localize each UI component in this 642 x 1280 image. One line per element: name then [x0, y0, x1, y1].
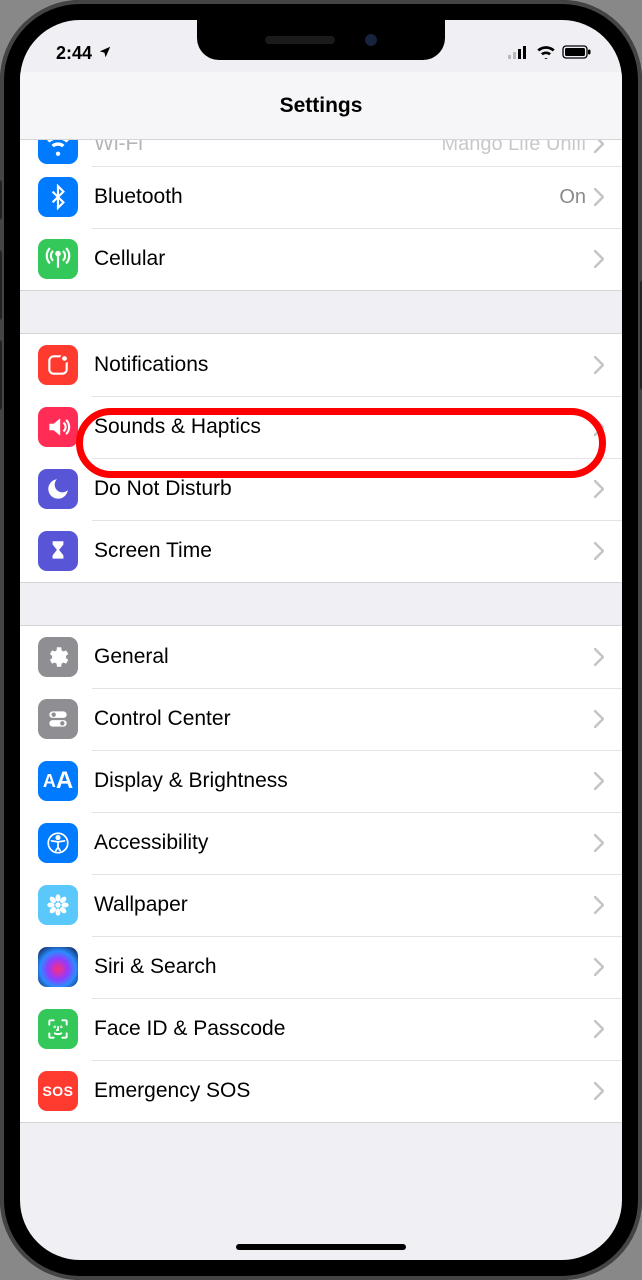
page-title: Settings — [280, 94, 363, 118]
status-right — [508, 43, 592, 64]
row-label: Sounds & Haptics — [94, 415, 594, 439]
chevron-right-icon — [594, 772, 604, 790]
chevron-right-icon — [594, 418, 604, 436]
group-gap — [20, 583, 622, 625]
row-cellular[interactable]: Cellular — [20, 228, 622, 290]
row-label: Do Not Disturb — [94, 477, 594, 501]
row-value: Mango Life Unifi — [441, 140, 586, 156]
bluetooth-icon — [38, 177, 78, 217]
volume-up-button — [0, 250, 2, 320]
row-label: Screen Time — [94, 539, 594, 563]
antenna-icon — [38, 239, 78, 279]
chevron-right-icon — [594, 250, 604, 268]
speaker-icon — [38, 407, 78, 447]
group-gap — [20, 291, 622, 333]
group-connectivity: Wi-Fi Mango Life Unifi Bluetooth On — [20, 140, 622, 291]
chevron-right-icon — [594, 834, 604, 852]
row-display-brightness[interactable]: AA Display & Brightness — [20, 750, 622, 812]
row-siri-search[interactable]: Siri & Search — [20, 936, 622, 998]
row-screen-time[interactable]: Screen Time — [20, 520, 622, 582]
row-label: Wallpaper — [94, 893, 594, 917]
chevron-right-icon — [594, 958, 604, 976]
notch — [197, 20, 445, 60]
row-label: Face ID & Passcode — [94, 1017, 594, 1041]
front-camera — [365, 34, 377, 46]
row-accessibility[interactable]: Accessibility — [20, 812, 622, 874]
row-label: Notifications — [94, 353, 594, 377]
chevron-right-icon — [594, 1082, 604, 1100]
aa-icon: AA — [38, 761, 78, 801]
location-arrow-icon — [98, 45, 112, 62]
switches-icon — [38, 699, 78, 739]
chevron-right-icon — [594, 896, 604, 914]
row-label: General — [94, 645, 594, 669]
hourglass-icon — [38, 531, 78, 571]
row-control-center[interactable]: Control Center — [20, 688, 622, 750]
group-notifications: Notifications Sounds & Haptics Do Not Di… — [20, 333, 622, 583]
row-label: Control Center — [94, 707, 594, 731]
row-bluetooth[interactable]: Bluetooth On — [20, 166, 622, 228]
chevron-right-icon — [594, 542, 604, 560]
device-frame: 2:44 Settings — [0, 0, 642, 1280]
moon-icon — [38, 469, 78, 509]
row-label: Accessibility — [94, 831, 594, 855]
row-label: Emergency SOS — [94, 1079, 594, 1103]
flower-icon — [38, 885, 78, 925]
row-general[interactable]: General — [20, 626, 622, 688]
earpiece-speaker — [265, 36, 335, 44]
row-label: Display & Brightness — [94, 769, 594, 793]
chevron-right-icon — [594, 480, 604, 498]
row-face-id-passcode[interactable]: Face ID & Passcode — [20, 998, 622, 1060]
row-do-not-disturb[interactable]: Do Not Disturb — [20, 458, 622, 520]
wifi-icon — [38, 140, 78, 164]
chevron-right-icon — [594, 188, 604, 206]
row-label: Siri & Search — [94, 955, 594, 979]
row-value: On — [559, 186, 586, 209]
row-wifi[interactable]: Wi-Fi Mango Life Unifi — [20, 140, 622, 166]
volume-down-button — [0, 340, 2, 410]
row-label: Bluetooth — [94, 185, 559, 209]
siri-icon — [38, 947, 78, 987]
notification-icon — [38, 345, 78, 385]
status-time: 2:44 — [56, 43, 92, 64]
chevron-right-icon — [594, 648, 604, 666]
row-wallpaper[interactable]: Wallpaper — [20, 874, 622, 936]
row-notifications[interactable]: Notifications — [20, 334, 622, 396]
face-icon — [38, 1009, 78, 1049]
accessibility-icon — [38, 823, 78, 863]
row-sounds-haptics[interactable]: Sounds & Haptics — [20, 396, 622, 458]
sos-icon: SOS — [38, 1071, 78, 1111]
cellular-signal-icon — [508, 43, 530, 64]
chevron-right-icon — [594, 1020, 604, 1038]
row-label: Wi-Fi — [94, 140, 441, 156]
group-general: General Control Center AA Display & Brig… — [20, 625, 622, 1123]
chevron-right-icon — [594, 356, 604, 374]
row-emergency-sos[interactable]: SOS Emergency SOS — [20, 1060, 622, 1122]
wifi-status-icon — [536, 43, 556, 64]
battery-icon — [562, 43, 592, 64]
home-indicator[interactable] — [236, 1244, 406, 1250]
status-left: 2:44 — [56, 43, 112, 64]
chevron-right-icon — [594, 710, 604, 728]
navigation-bar: Settings — [20, 72, 622, 140]
row-label: Cellular — [94, 247, 594, 271]
gear-icon — [38, 637, 78, 677]
settings-scroll-area[interactable]: Wi-Fi Mango Life Unifi Bluetooth On — [20, 140, 622, 1260]
chevron-right-icon — [594, 140, 604, 153]
mute-switch — [0, 180, 2, 220]
screen: 2:44 Settings — [20, 20, 622, 1260]
